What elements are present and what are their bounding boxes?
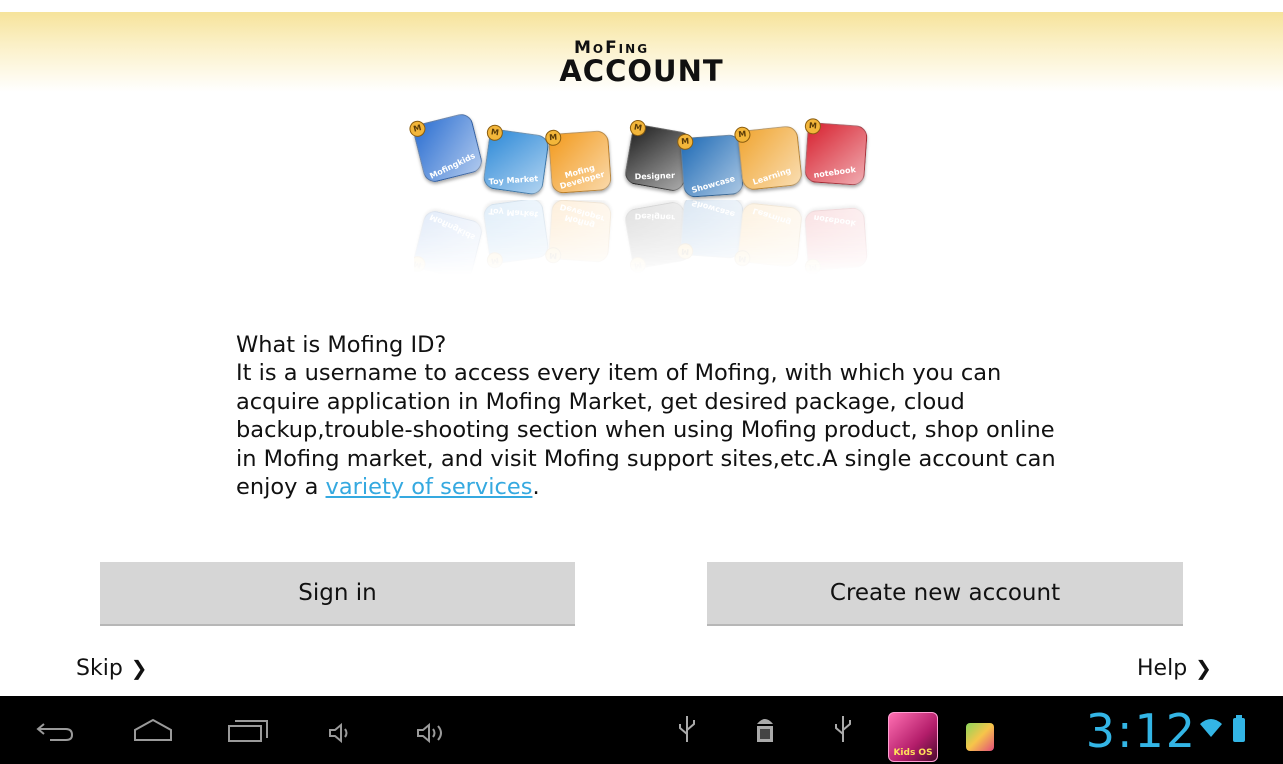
app-icon-caption: Mofingkids [428, 151, 477, 181]
shopping-bag-icon [966, 723, 994, 751]
mofing-badge-icon: M [676, 242, 694, 260]
sign-in-button[interactable]: Sign in [100, 562, 575, 626]
mofing-account-logo: MoFing ACCOUNT [0, 38, 1283, 88]
app-icon-reflection: M Mofing Developer [544, 198, 613, 264]
app-icon-caption: Designer [634, 211, 676, 222]
mofing-badge-icon: M [407, 119, 428, 139]
description-question: What is Mofing ID? [236, 332, 447, 358]
usb-icon [835, 716, 851, 742]
app-icon-caption: Learning [751, 206, 793, 228]
description-body: It is a username to access every item of… [236, 359, 1056, 501]
variety-of-services-link[interactable]: variety of services [326, 474, 533, 500]
app-icons-reflection: M Mofingkids M Toy Market M Mofing Developer M… [407, 194, 870, 282]
description-end: . [532, 474, 540, 501]
app-icon-caption: Mofing Developer [558, 202, 606, 230]
mofing-badge-icon: M [733, 125, 752, 144]
top-strip [0, 0, 1283, 12]
app-icons-row: M Mofingkids M Toy Market M Mofing Developer M… [407, 111, 870, 199]
skip-link[interactable]: Skip ❯ [76, 656, 148, 681]
app-icon: M Mofingkids [407, 111, 485, 185]
app-icon-caption: Toy Market [488, 206, 539, 219]
mofing-badge-icon: M [804, 117, 822, 135]
app-icon: Mnotebook [803, 117, 869, 187]
mofing-badge-icon: M [733, 249, 752, 268]
mofing-id-description: What is Mofing ID? It is a username to a… [236, 331, 1056, 501]
app-icon-reflection: M Mofingkids [407, 208, 485, 282]
chevron-right-icon: ❯ [130, 656, 148, 680]
mofing-badge-icon: M [628, 118, 648, 138]
logo-line2: ACCOUNT [559, 54, 724, 88]
app-icon-reflection: M Showcase [676, 194, 745, 260]
mofing-badge-icon: M [544, 129, 562, 147]
app-icon-caption: Showcase [690, 198, 736, 220]
create-new-account-button[interactable]: Create new account [707, 562, 1183, 626]
chevron-right-icon: ❯ [1195, 656, 1212, 680]
help-label: Help [1137, 656, 1188, 681]
app-icon-caption: Learning [751, 165, 793, 187]
android-debug-icon [757, 719, 773, 742]
app-icon-caption: notebook [813, 213, 857, 228]
app-icon-caption: Mofing Developer [558, 163, 606, 191]
wifi-icon [1200, 719, 1222, 737]
mofing-badge-icon: M [804, 258, 822, 276]
volume-up-icon[interactable] [416, 722, 452, 744]
recent-apps-icon[interactable] [227, 718, 271, 744]
app-icon-caption: Designer [634, 171, 676, 182]
system-navigation-bar: 3:12 [0, 696, 1283, 764]
status-clock: 3:12 [1085, 704, 1197, 758]
home-icon[interactable] [131, 716, 175, 744]
skip-label: Skip [76, 656, 123, 681]
usb-icon [679, 716, 695, 742]
back-icon[interactable] [36, 718, 76, 742]
app-icon-caption: Showcase [690, 173, 736, 195]
app-icon-caption: notebook [813, 165, 857, 180]
mofing-badge-icon: M [485, 123, 504, 142]
app-icon-reflection: M Toy Market [482, 197, 550, 270]
kids-os-label: Kids OS [893, 748, 933, 758]
mofing-badge-icon: M [485, 251, 504, 270]
kids-os-notification-icon: Kids OS [888, 712, 938, 762]
app-icon-reflection: M Learning [733, 202, 803, 268]
app-icon-caption: Mofingkids [428, 212, 477, 242]
app-icon: M Mofing Developer [544, 129, 613, 195]
mofing-badge-icon: M [676, 133, 694, 151]
app-icon: M Learning [733, 125, 803, 191]
mofing-badge-icon: M [628, 255, 648, 275]
mofing-badge-icon: M [407, 254, 428, 274]
app-icon: M Toy Market [482, 123, 550, 196]
app-icon: M Showcase [676, 133, 745, 199]
app-icon-reflection: Mnotebook [803, 206, 869, 276]
app-icon-caption: Toy Market [488, 174, 539, 187]
mofing-badge-icon: M [544, 246, 562, 264]
help-link[interactable]: Help ❯ [1137, 656, 1212, 681]
volume-down-icon[interactable] [328, 722, 354, 744]
battery-icon [1233, 715, 1245, 742]
